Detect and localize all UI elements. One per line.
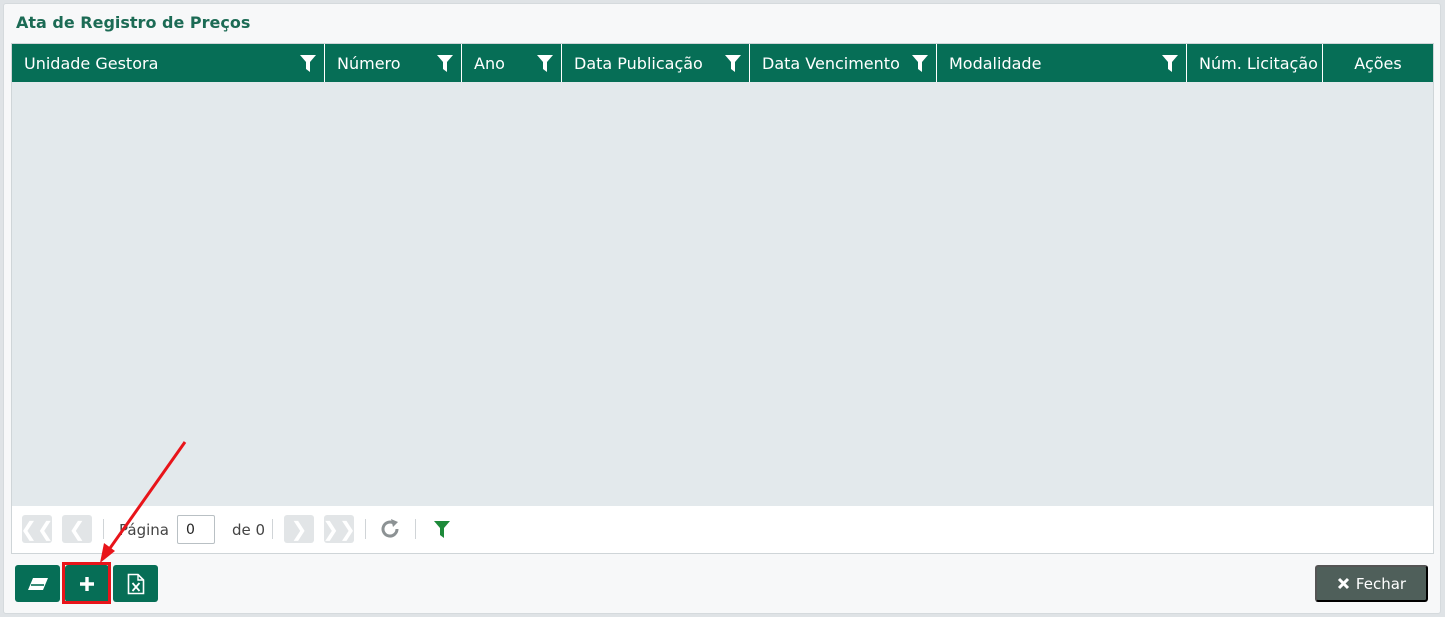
- chevron-left-icon: ❮: [68, 517, 86, 541]
- page-label: Página: [119, 521, 169, 539]
- column-modalidade[interactable]: Modalidade: [937, 44, 1187, 82]
- filter-icon[interactable]: [537, 55, 553, 72]
- add-button[interactable]: [65, 565, 109, 602]
- x-icon: [1337, 577, 1349, 590]
- filter-icon[interactable]: [434, 521, 450, 538]
- close-label: Fechar: [1355, 574, 1407, 593]
- pager: ❮❮ ❮ Página de 0 ❯ ❯❯: [12, 506, 1433, 553]
- filter-icon[interactable]: [725, 55, 741, 72]
- column-data-publicacao[interactable]: Data Publicação: [562, 44, 750, 82]
- excel-file-icon: [127, 573, 144, 594]
- next-page-button[interactable]: ❯: [284, 515, 314, 543]
- column-label: Data Publicação: [574, 53, 703, 73]
- export-excel-button[interactable]: [113, 565, 158, 602]
- column-data-vencimento[interactable]: Data Vencimento: [750, 44, 937, 82]
- close-button[interactable]: Fechar: [1315, 565, 1428, 602]
- page-total-label: de 0: [232, 521, 266, 539]
- column-acoes: Ações: [1323, 44, 1433, 82]
- grid-header: Unidade Gestora Número Ano Data Publicaç…: [12, 44, 1433, 82]
- column-label: Ações: [1354, 53, 1402, 73]
- data-grid: Unidade Gestora Número Ano Data Publicaç…: [11, 43, 1434, 554]
- pager-divider: [365, 519, 366, 539]
- filter-icon[interactable]: [1162, 55, 1178, 72]
- first-page-button[interactable]: ❮❮: [20, 515, 54, 543]
- last-page-button[interactable]: ❯❯: [322, 515, 356, 543]
- column-label: Data Vencimento: [762, 53, 900, 73]
- pager-divider: [415, 519, 416, 539]
- column-numero[interactable]: Número: [325, 44, 462, 82]
- grid-body: [12, 82, 1433, 506]
- filter-icon[interactable]: [300, 55, 316, 72]
- clear-button[interactable]: [15, 565, 60, 602]
- column-num-licitacao[interactable]: Núm. Licitação: [1187, 44, 1323, 82]
- main-panel: Ata de Registro de Preços Unidade Gestor…: [3, 3, 1441, 614]
- double-chevron-right-icon: ❯❯: [322, 517, 356, 541]
- column-label: Ano: [474, 53, 505, 73]
- column-label: Modalidade: [949, 53, 1042, 73]
- column-ano[interactable]: Ano: [462, 44, 562, 82]
- eraser-icon: [27, 577, 48, 590]
- page-number-input[interactable]: [177, 515, 215, 544]
- page-title: Ata de Registro de Preços: [16, 13, 251, 32]
- pager-divider: [103, 519, 104, 539]
- pager-divider: [272, 519, 273, 539]
- double-chevron-left-icon: ❮❮: [20, 517, 54, 541]
- chevron-right-icon: ❯: [290, 517, 308, 541]
- column-label: Unidade Gestora: [24, 53, 159, 73]
- refresh-icon[interactable]: [379, 518, 401, 540]
- filter-icon[interactable]: [437, 55, 453, 72]
- column-unidade-gestora[interactable]: Unidade Gestora: [12, 44, 325, 82]
- filter-icon[interactable]: [912, 55, 928, 72]
- column-label: Núm. Licitação: [1199, 53, 1318, 73]
- column-label: Número: [337, 53, 401, 73]
- previous-page-button[interactable]: ❮: [62, 515, 92, 543]
- plus-icon: [80, 576, 94, 591]
